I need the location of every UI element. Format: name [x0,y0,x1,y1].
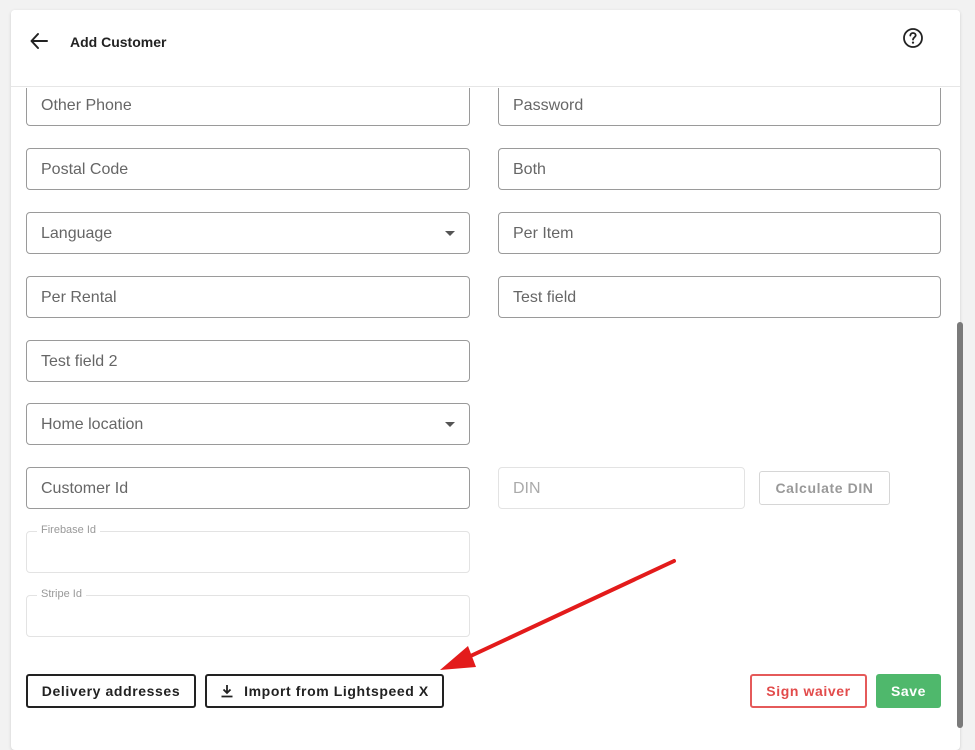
page-title: Add Customer [70,34,167,50]
password-field[interactable]: Password [498,88,941,126]
other-phone-field[interactable]: Other Phone [26,88,470,126]
password-placeholder: Password [513,97,584,114]
both-field[interactable]: Both [498,148,941,190]
per-item-field[interactable]: Per Item [498,212,941,254]
test-field-placeholder: Test field [513,289,577,306]
both-placeholder: Both [513,161,546,178]
home-location-select[interactable]: Home location [26,403,470,445]
save-label: Save [890,683,927,699]
customer-id-field[interactable]: Customer Id [26,467,470,509]
import-lightspeed-button[interactable]: Import from Lightspeed X [205,674,444,708]
language-placeholder: Language [41,225,113,242]
caret-down-icon [445,422,455,427]
per-rental-placeholder: Per Rental [41,289,117,306]
per-item-placeholder: Per Item [513,225,574,242]
stripe-id-field: Stripe Id [26,588,470,637]
test-field-2-placeholder: Test field 2 [41,353,118,370]
stripe-id-label: Stripe Id [37,588,86,600]
arrow-left-icon[interactable] [28,30,50,52]
sign-waiver-label: Sign waiver [766,683,851,699]
test-field[interactable]: Test field [498,276,941,318]
home-location-placeholder: Home location [41,416,144,433]
help-circle-icon[interactable] [902,27,924,49]
postal-code-placeholder: Postal Code [41,161,129,178]
import-lightspeed-label: Import from Lightspeed X [244,683,429,699]
per-rental-field[interactable]: Per Rental [26,276,470,318]
din-field: DIN [498,467,745,509]
download-icon [221,685,233,698]
sign-waiver-button[interactable]: Sign waiver [750,674,867,708]
din-placeholder: DIN [513,480,541,497]
test-field-2[interactable]: Test field 2 [26,340,470,382]
delivery-addresses-button[interactable]: Delivery addresses [26,674,196,708]
firebase-id-field: Firebase Id [26,524,470,573]
firebase-id-label: Firebase Id [37,524,101,536]
save-button[interactable]: Save [876,674,941,708]
language-select[interactable]: Language [26,212,470,254]
vertical-scrollbar[interactable] [957,322,963,728]
calculate-din-label: Calculate DIN [775,480,874,496]
other-phone-placeholder: Other Phone [41,97,132,114]
caret-down-icon [445,231,455,236]
postal-code-field[interactable]: Postal Code [26,148,470,190]
customer-id-placeholder: Customer Id [41,480,129,497]
delivery-addresses-label: Delivery addresses [41,683,181,699]
calculate-din-button[interactable]: Calculate DIN [759,471,890,505]
